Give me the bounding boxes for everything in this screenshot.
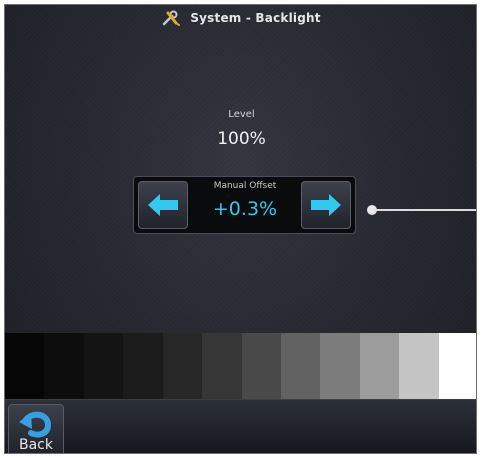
title-bar: System - Backlight bbox=[5, 5, 476, 31]
back-arrow-icon bbox=[19, 411, 51, 438]
callout-line bbox=[375, 209, 476, 211]
page-title: System - Backlight bbox=[190, 11, 321, 25]
gray-swatch bbox=[44, 333, 84, 399]
gray-swatch bbox=[359, 333, 400, 399]
manual-offset-control: Manual Offset +0.3% bbox=[133, 176, 356, 234]
gray-swatch bbox=[438, 333, 476, 399]
arrow-left-icon bbox=[148, 194, 178, 216]
gray-swatch bbox=[202, 333, 242, 399]
increase-offset-button[interactable] bbox=[301, 181, 351, 229]
gray-swatch bbox=[320, 333, 360, 399]
back-button[interactable]: Back bbox=[8, 404, 64, 453]
gray-swatch bbox=[280, 333, 321, 399]
gray-swatch bbox=[162, 333, 203, 399]
gray-scale-strip bbox=[5, 333, 476, 399]
gray-swatch bbox=[5, 333, 45, 399]
back-label: Back bbox=[19, 437, 53, 453]
wrench-screwdriver-icon bbox=[163, 10, 181, 26]
backlight-screen: System - Backlight Level 100% Manual Off… bbox=[5, 5, 476, 453]
display-frame: System - Backlight Level 100% Manual Off… bbox=[4, 4, 477, 454]
manual-offset-value: +0.3% bbox=[212, 198, 278, 220]
gray-swatch bbox=[241, 333, 281, 399]
gray-swatch bbox=[123, 333, 163, 399]
level-value: 100% bbox=[217, 129, 266, 149]
manual-offset-label: Manual Offset bbox=[213, 181, 277, 191]
level-label: Level bbox=[228, 109, 255, 120]
gray-swatch bbox=[399, 333, 439, 399]
bottom-bar: Back bbox=[5, 399, 476, 453]
arrow-right-icon bbox=[311, 194, 341, 216]
gray-swatch bbox=[83, 333, 124, 399]
decrease-offset-button[interactable] bbox=[138, 181, 188, 229]
